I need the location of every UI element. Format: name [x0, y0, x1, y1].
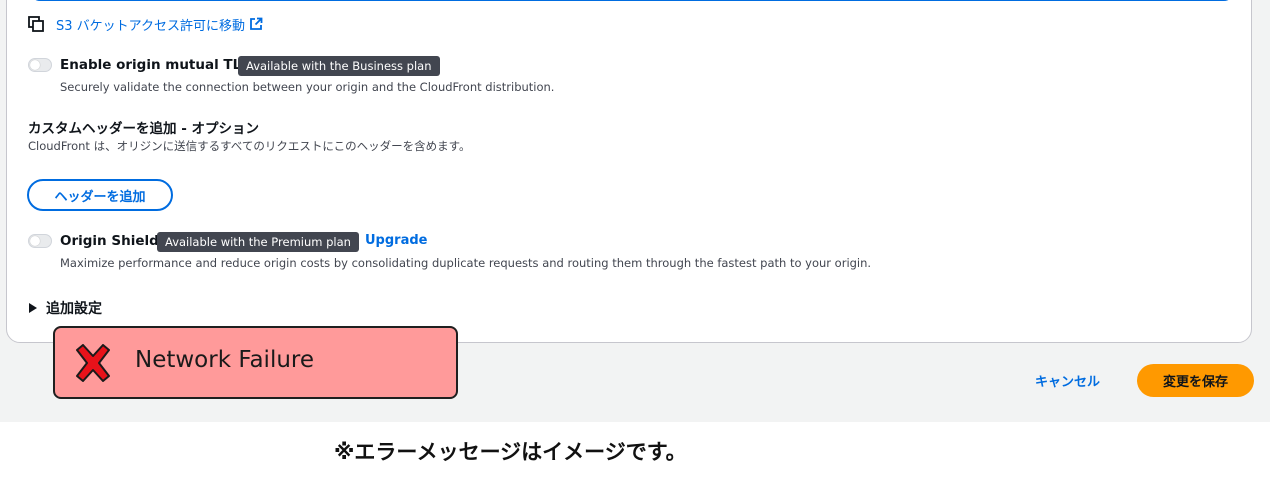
toggle-knob — [30, 236, 40, 246]
copy-icon[interactable] — [28, 16, 44, 32]
origin-shield-title: Origin Shield — [60, 233, 159, 249]
mtls-toggle[interactable] — [28, 58, 52, 72]
custom-header-heading: カスタムヘッダーを追加 - オプション — [28, 121, 260, 137]
additional-settings-label: 追加設定 — [46, 301, 102, 317]
origin-shield-toggle[interactable] — [28, 234, 52, 248]
s3-permissions-link-row: S3 バケットアクセス許可に移動 — [28, 14, 263, 34]
s3-bucket-permissions-link[interactable]: S3 バケットアクセス許可に移動 — [56, 15, 245, 34]
network-error-banner: Network Failure — [53, 326, 458, 399]
mtls-description: Securely validate the connection between… — [60, 80, 555, 94]
custom-header-description: CloudFront は、オリジンに送信するすべてのリクエストにこのヘッダーを含… — [28, 139, 471, 153]
text-input-bottom-edge[interactable] — [30, 0, 1234, 1]
disclaimer-note: ※エラーメッセージはイメージです。 — [334, 440, 687, 464]
x-icon — [76, 344, 110, 382]
error-message: Network Failure — [135, 347, 315, 373]
caret-right-icon — [29, 303, 37, 313]
business-plan-badge: Available with the Business plan — [238, 56, 440, 76]
save-changes-button[interactable]: 変更を保存 — [1137, 364, 1254, 397]
origin-settings-panel — [6, 0, 1252, 343]
add-header-button[interactable]: ヘッダーを追加 — [27, 179, 173, 211]
toggle-knob — [30, 60, 40, 70]
cancel-button[interactable]: キャンセル — [1035, 371, 1100, 390]
mtls-title: Enable origin mutual TLS — [60, 57, 251, 73]
additional-settings-expander[interactable]: 追加設定 — [28, 298, 102, 318]
origin-shield-description: Maximize performance and reduce origin c… — [60, 256, 872, 270]
external-link-icon — [250, 17, 263, 30]
premium-plan-badge: Available with the Premium plan — [157, 232, 359, 252]
upgrade-link[interactable]: Upgrade — [365, 233, 427, 248]
